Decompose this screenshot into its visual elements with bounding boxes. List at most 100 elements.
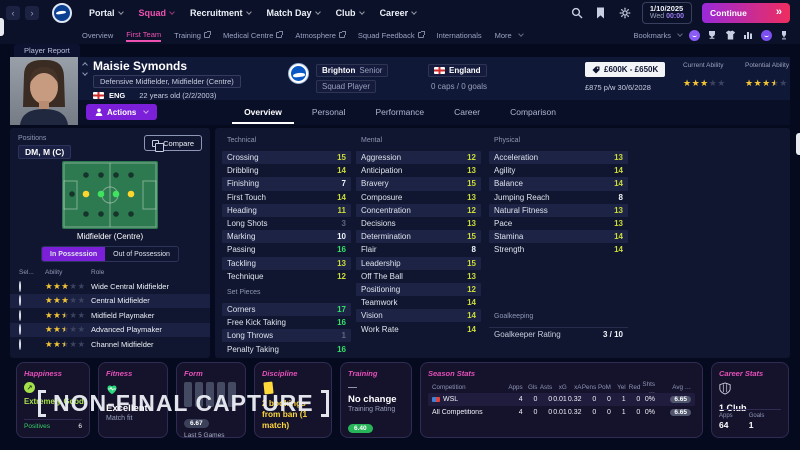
- tab-overview[interactable]: Overview: [232, 103, 294, 124]
- career-stats-title: Career Stats: [719, 369, 781, 378]
- role-row-channel-midfielder[interactable]: ★★★★★★★★★★Channel Midfielder: [10, 337, 210, 352]
- season-table-header: CompetitionAppsGlsAstsxGxAPensPoMYelRedS…: [428, 382, 695, 393]
- current-ability-label: Current Ability: [683, 62, 726, 69]
- role-ability-stars: ★★★★★★★★★★: [45, 325, 86, 334]
- attr-corners: Corners17: [222, 303, 351, 316]
- awards-icon[interactable]: [778, 29, 790, 41]
- pitch-position-dot-dark: [83, 172, 89, 178]
- stats-icon[interactable]: [742, 29, 754, 41]
- physical-title: Physical: [489, 137, 628, 147]
- season-stats-table: CompetitionAppsGlsAstsxGxAPensPoMYelRedS…: [428, 382, 695, 419]
- left-edge-panel-handle[interactable]: [0, 18, 4, 36]
- subnav-item-first-team[interactable]: First Team: [126, 30, 161, 40]
- role-row-central-midfielder[interactable]: ★★★★★★★★★★Central Midfielder: [10, 294, 210, 309]
- actions-button[interactable]: Actions: [86, 104, 157, 120]
- attr-heading: Heading11: [222, 204, 351, 217]
- club-info: Brighton Senior Squad Player: [316, 64, 388, 93]
- player-prev-next[interactable]: [83, 63, 87, 75]
- history-back-button[interactable]: ‹: [6, 6, 20, 20]
- role-radio[interactable]: [19, 295, 21, 306]
- subnav-item-more[interactable]: More: [495, 31, 523, 40]
- no-change-icon: —: [348, 382, 404, 392]
- player-meta: ENG 22 years old (2/2/2003): [93, 91, 216, 100]
- club-name[interactable]: Brighton: [322, 66, 355, 75]
- attr-anticipation: Anticipation13: [356, 164, 481, 177]
- attributes-panel: Technical Crossing15Dribbling14Finishing…: [215, 128, 790, 358]
- role-radio[interactable]: [19, 339, 21, 350]
- subnav-item-training[interactable]: Training: [174, 31, 210, 40]
- bookmarks-menu[interactable]: Bookmarks: [633, 31, 682, 40]
- nav-item-recruitment[interactable]: Recruitment: [190, 8, 251, 18]
- positions-panel: Positions DM, M (C) Compare Midfielder (…: [10, 128, 210, 358]
- shirt-icon[interactable]: [724, 29, 736, 41]
- potential-ability: Potential Ability ★★★★★★★★★★: [745, 62, 789, 91]
- tab-comparison[interactable]: Comparison: [498, 103, 568, 122]
- form-caption: Last 5 Games: [184, 432, 238, 439]
- fm-ball-icon[interactable]: [760, 29, 772, 41]
- toggle-in-possession[interactable]: In Possession: [42, 247, 105, 261]
- watermark-text: NON-FINAL CAPTURE: [53, 390, 314, 417]
- nav-item-club[interactable]: Club: [336, 8, 364, 18]
- compare-button[interactable]: Compare: [144, 135, 202, 151]
- continue-button[interactable]: Continue »: [702, 3, 790, 23]
- training-status: No change: [348, 394, 404, 405]
- search-icon[interactable]: [570, 6, 584, 20]
- position-pitch: [62, 161, 158, 234]
- subnav-item-overview[interactable]: Overview: [82, 31, 113, 40]
- role-row-wide-central-midfielder[interactable]: ★★★★★★★★★★Wide Central Midfielder: [10, 279, 210, 294]
- nav-item-match-day[interactable]: Match Day: [267, 8, 320, 18]
- watermark-bracket-right: [321, 390, 329, 417]
- role-radio[interactable]: [19, 310, 21, 321]
- role-row-advanced-playmaker[interactable]: ★★★★★★★★★★Advanced Playmaker: [10, 323, 210, 338]
- attr-determination: Determination15: [356, 230, 481, 243]
- player-age: 22 years old (2/2/2003): [139, 91, 216, 100]
- gear-icon[interactable]: [618, 6, 632, 20]
- watermark-bracket-left: [38, 390, 46, 417]
- player-name: Maisie Symonds: [93, 59, 187, 73]
- nav-item-career[interactable]: Career: [380, 8, 417, 18]
- manager-avatar-icon[interactable]: [688, 29, 700, 41]
- subnav-item-atmosphere[interactable]: Atmosphere: [295, 31, 344, 40]
- brighton-crest: [288, 63, 309, 84]
- technical-title: Technical: [222, 137, 351, 147]
- attr-stamina: Stamina14: [489, 230, 628, 243]
- history-forward-button[interactable]: ›: [25, 6, 39, 20]
- attr-work-rate: Work Rate14: [356, 322, 481, 335]
- player-report-tab[interactable]: Player Report: [14, 44, 80, 57]
- toggle-out-of-possession[interactable]: Out of Possession: [105, 247, 178, 261]
- role-row-midfield-playmaker[interactable]: ★★★★★★★★★★Midfield Playmaker: [10, 308, 210, 323]
- possession-toggle: In Possession Out of Possession: [41, 246, 179, 262]
- tab-performance[interactable]: Performance: [363, 103, 436, 122]
- attr-pace: Pace13: [489, 217, 628, 230]
- role-ability-stars: ★★★★★★★★★★: [45, 311, 86, 320]
- subnav-item-medical-centre[interactable]: Medical Centre: [223, 31, 282, 40]
- role-radio[interactable]: [19, 324, 21, 335]
- attr-agility: Agility14: [489, 164, 628, 177]
- game-date-widget[interactable]: 1/10/2025 Wed 00:00: [642, 2, 692, 23]
- role-radio[interactable]: [19, 281, 21, 292]
- subnav-item-squad-feedback[interactable]: Squad Feedback: [358, 31, 424, 40]
- career-stats-card[interactable]: Career Stats 1 Club Apps64Goals1: [711, 362, 789, 438]
- right-edge-scroll-handle[interactable]: [796, 133, 800, 155]
- nav-item-portal[interactable]: Portal: [89, 8, 123, 18]
- external-link-icon: [204, 32, 210, 38]
- subnav-item-internationals[interactable]: Internationals: [437, 31, 482, 40]
- goalkeeping-title: Goalkeeping: [489, 313, 628, 323]
- attr-acceleration: Acceleration13: [489, 151, 628, 164]
- season-row-wsl: WSL4000.010.3200100%6.65: [428, 393, 695, 406]
- club-logo[interactable]: [52, 3, 72, 23]
- nation-name[interactable]: England: [449, 66, 481, 75]
- season-stats-card[interactable]: Season Stats CompetitionAppsGlsAstsxGxAP…: [420, 362, 703, 438]
- bookmark-icon[interactable]: [594, 6, 608, 20]
- season-col-pom: PoM: [596, 384, 611, 391]
- attr-tackling: Tackling13: [222, 257, 351, 270]
- season-col-asts: Asts: [537, 384, 552, 391]
- positions-value: DM, M (C): [18, 145, 71, 159]
- training-card[interactable]: Training — No change Training Rating 6.4…: [340, 362, 412, 438]
- season-col-xa: xA: [567, 384, 582, 391]
- tab-personal[interactable]: Personal: [300, 103, 358, 122]
- tab-career[interactable]: Career: [442, 103, 492, 122]
- trophy-icon[interactable]: [706, 29, 718, 41]
- nav-item-squad[interactable]: Squad: [139, 8, 175, 18]
- pitch-position-dot-dark: [128, 211, 134, 217]
